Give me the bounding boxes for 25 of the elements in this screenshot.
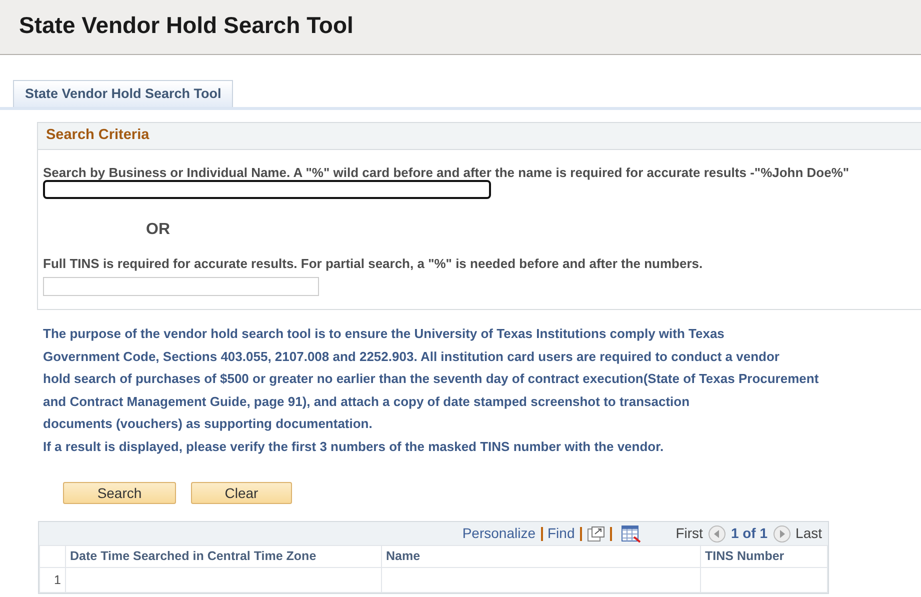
notice-paragraph: The purpose of the vendor hold search tool is to ensure the University of Texas Institutions comply with Texas Government Code, Sections 403.055, 2107.008 and 2252.903. All institution card users are required to conduct a vendor hold search of purchases of $500 or greater no earlier than the seventh day of contract execution(State of Texas Procurement and Contract Management Guide, page 91), and attach a copy of date stamped screenshot to transaction documents (vouchers) as supporting documentation. — [43, 325, 820, 433]
column-header: Name — [382, 546, 700, 568]
page-title: State Vendor Hold Search Tool — [19, 12, 354, 40]
spreadsheet-icon[interactable] — [620, 524, 641, 542]
last-label: Last — [796, 524, 822, 543]
or-text: OR — [146, 220, 171, 240]
find-link[interactable]: Find — [548, 523, 575, 544]
name-input-field[interactable] — [43, 180, 491, 199]
previous-icon[interactable] — [708, 524, 726, 542]
column-header: TINS Number — [700, 546, 828, 568]
section-title: Search Criteria — [38, 123, 921, 150]
page-count: 1 of 1 — [730, 524, 768, 543]
new-window-icon[interactable] — [586, 526, 605, 542]
row-number: 1 — [40, 568, 66, 592]
field-label: Search by Business or Individual Name. A "%" wild card before and after the name is required for accurate results -"%John Doe%" — [43, 166, 850, 179]
tab[interactable]: State Vendor Hold Search Tool — [13, 80, 234, 108]
column-header: Date Time Searched in Central Time Zone — [66, 546, 382, 568]
next-icon[interactable] — [772, 524, 791, 542]
verify-note: If a result is displayed, please verify the first 3 numbers of the masked TINS number with the vendor. — [43, 438, 665, 456]
personalize-link[interactable]: Personalize — [462, 523, 536, 544]
action-button[interactable]: Clear — [191, 482, 292, 504]
action-button[interactable]: Search — [63, 482, 176, 504]
field-label: Full TINS is required for accurate results. For partial search, a "%" is needed before and after the numbers. — [43, 257, 704, 270]
tins-input-field[interactable] — [43, 277, 319, 296]
first-label: First — [676, 524, 703, 543]
